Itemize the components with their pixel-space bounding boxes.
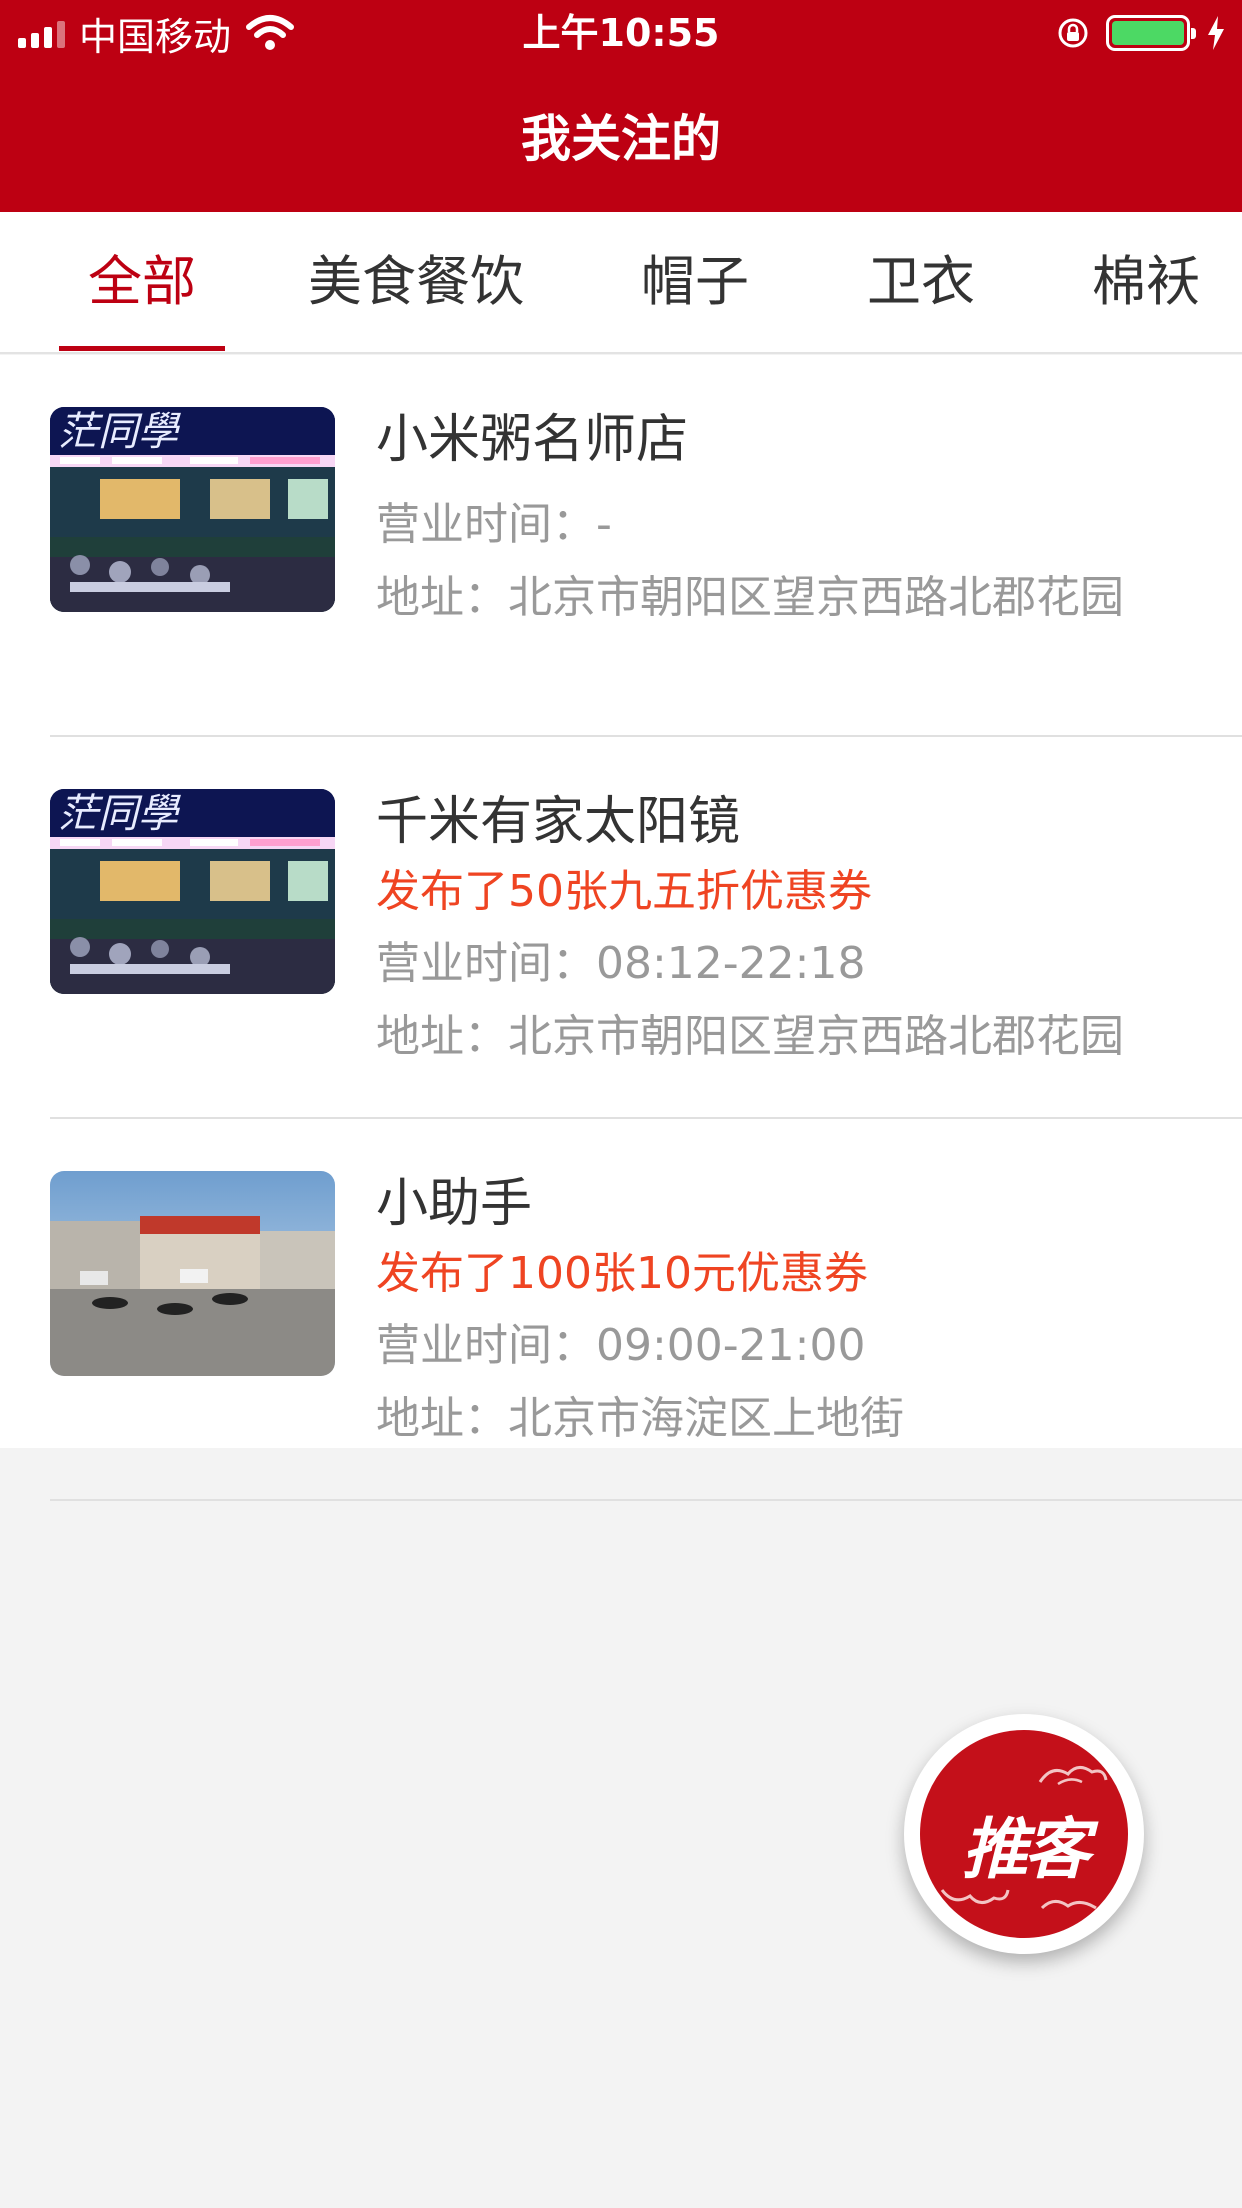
tuike-label: 推客: [962, 1810, 1090, 1888]
store-address: 地址：北京市朝阳区望京西路北郡花园: [376, 572, 1124, 623]
status-right: [1056, 8, 1226, 58]
tab-hoodies[interactable]: 卫衣: [862, 212, 980, 352]
store-hours: 营业时间：-: [376, 499, 612, 550]
store-hours: 营业时间：08:12-22:18: [376, 938, 866, 989]
svg-text:茫同學: 茫同學: [58, 791, 181, 837]
page-title: 我关注的: [521, 110, 721, 168]
store-hours: 营业时间：09:00-21:00: [376, 1320, 866, 1371]
rotation-lock-icon: [1058, 18, 1088, 48]
header: 中国移动 上午10:55 我关注的: [0, 0, 1242, 212]
store-address: 地址：北京市朝阳区望京西路北郡花园: [376, 1011, 1124, 1062]
tuike-floating-button[interactable]: 推客: [904, 1714, 1144, 1954]
store-name: 小米粥名师店: [376, 410, 689, 470]
tuike-badge: 推客: [920, 1730, 1128, 1938]
tab-hats[interactable]: 帽子: [636, 212, 754, 352]
store-list-item[interactable]: 茫同學 小米粥名师店 营业时间：- 地址：北京市朝阳区望京西路北郡花园: [0, 355, 1242, 737]
store-thumbnail: 茫同學: [50, 407, 335, 612]
tab-food[interactable]: 美食餐饮: [302, 212, 530, 352]
store-name: 小助手: [376, 1174, 533, 1234]
svg-text:茫同學: 茫同學: [58, 409, 181, 455]
store-thumbnail: [50, 1171, 335, 1376]
store-address: 地址：北京市海淀区上地街: [376, 1393, 904, 1444]
followed-store-list: 茫同學 小米粥名师店 营业时间：- 地址：北京市朝阳区望京西路北郡花园 茫同學 …: [0, 355, 1242, 1501]
store-list-item[interactable]: 小助手 发布了100张10元优惠券 营业时间：09:00-21:00 地址：北京…: [0, 1119, 1242, 1501]
category-tabs: 全部 美食餐饮 帽子 卫衣 棉袄: [0, 212, 1242, 354]
store-promotion: 发布了100张10元优惠券: [376, 1248, 868, 1299]
active-tab-indicator: [59, 346, 225, 351]
store-name: 千米有家太阳镜: [376, 792, 741, 852]
tab-cotton-jackets[interactable]: 棉袄: [1087, 212, 1205, 352]
status-bar: 中国移动 上午10:55: [0, 0, 1242, 66]
cloud-ornament-icon: [1038, 1766, 1108, 1786]
divider: [50, 1499, 1242, 1501]
cloud-ornament-icon: [1040, 1900, 1097, 1910]
store-thumbnail: 茫同學: [50, 789, 335, 994]
store-promotion: 发布了50张九五折优惠券: [376, 866, 872, 917]
battery-icon: [1106, 15, 1196, 51]
charging-icon: [1208, 16, 1224, 50]
tab-all[interactable]: 全部: [59, 212, 225, 352]
store-list-item[interactable]: 茫同學 千米有家太阳镜 发布了50张九五折优惠券 营业时间：08:12-22:1…: [0, 737, 1242, 1119]
